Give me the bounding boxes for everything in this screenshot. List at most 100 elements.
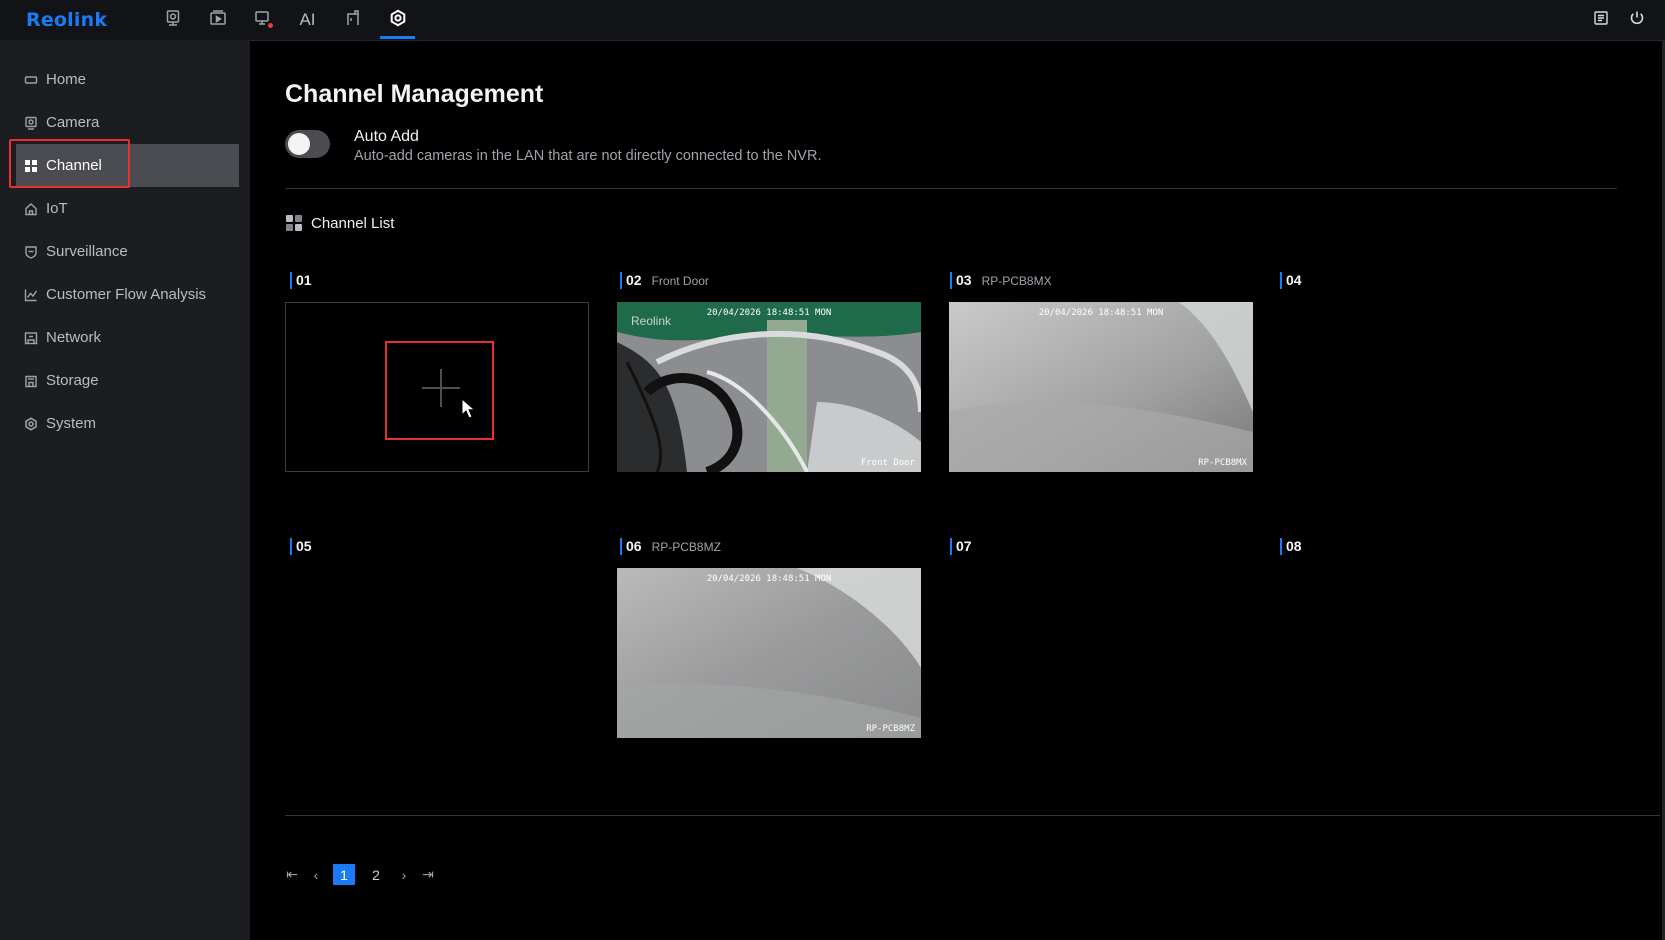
shield-icon — [24, 245, 38, 259]
osd-timestamp: 20/04/2026 18:48:51 MON — [706, 308, 832, 318]
nav-settings[interactable] — [375, 0, 420, 40]
sidebar-item-label: Camera — [46, 114, 100, 131]
file-icon — [344, 9, 362, 32]
channel-tile-01 — [285, 302, 589, 472]
iot-home-icon — [24, 202, 38, 216]
rp-pcb8mx-feed — [949, 302, 1253, 472]
toggle-knob — [288, 133, 310, 155]
channel-number: 02 — [620, 272, 642, 289]
page-2-button[interactable]: 2 — [365, 864, 387, 885]
channel-tile-06[interactable]: 20/04/2026 18:48:51 MON RP-PCB8MZ — [617, 568, 921, 738]
power-icon — [1629, 10, 1645, 31]
sidebar-item-channel[interactable]: Channel — [16, 144, 239, 187]
osd-camera-name: Front Door — [860, 458, 915, 468]
recording-alert-icon — [254, 9, 272, 32]
osd-camera-name: RP-PCB8MX — [1198, 458, 1247, 468]
add-camera-button[interactable] — [385, 341, 494, 440]
alert-dot — [268, 23, 273, 28]
network-icon — [24, 331, 38, 345]
channel-tile-02[interactable]: Reolink 20/04/2026 18:48:51 MON Front Do… — [617, 302, 921, 472]
channel-tile-03[interactable]: 20/04/2026 18:48:51 MON RP-PCB8MX — [949, 302, 1253, 472]
sidebar-item-label: IoT — [46, 200, 68, 217]
nav-ai[interactable]: AI — [285, 0, 330, 40]
pagination: ⇤ ‹ 1 2 › ⇥ — [285, 864, 435, 885]
channel-number: 04 — [1280, 272, 1302, 289]
home-icon — [24, 73, 38, 87]
nav-recording-alerts[interactable] — [240, 0, 285, 40]
channel-label-02: 02 Front Door — [620, 272, 709, 289]
section-divider — [285, 188, 1617, 189]
sidebar-item-label: Storage — [46, 372, 99, 389]
page-1-button[interactable]: 1 — [333, 864, 355, 885]
sidebar-item-system[interactable]: System — [16, 402, 239, 445]
plus-icon-vertical — [440, 369, 442, 407]
sidebar-item-label: Channel — [46, 157, 102, 174]
channel-label-08: 08 — [1280, 538, 1302, 555]
system-gear-icon — [24, 416, 38, 431]
sidebar-item-label: Network — [46, 329, 102, 346]
channel-name: Front Door — [651, 274, 709, 288]
nav-live-view[interactable] — [150, 0, 195, 40]
channel-number: 01 — [290, 272, 312, 289]
sidebar: Home Camera Channel IoT Surveillance Cus… — [0, 40, 250, 940]
ai-icon: AI — [299, 10, 316, 29]
top-navigation: AI — [150, 0, 420, 40]
first-page-button[interactable]: ⇤ — [285, 865, 299, 885]
page-title: Channel Management — [285, 80, 544, 108]
sidebar-item-camera[interactable]: Camera — [16, 101, 239, 144]
power-button[interactable] — [1627, 10, 1647, 30]
sidebar-item-home[interactable]: Home — [16, 58, 239, 101]
nav-files[interactable] — [330, 0, 375, 40]
live-view-icon — [164, 9, 182, 32]
settings-icon — [389, 9, 407, 32]
rp-pcb8mz-feed — [617, 568, 921, 738]
prev-page-button[interactable]: ‹ — [309, 865, 323, 885]
channel-name: RP-PCB8MZ — [651, 540, 721, 554]
channel-label-04: 04 — [1280, 272, 1302, 289]
channel-label-06: 06 RP-PCB8MZ — [620, 538, 721, 555]
channel-number: 08 — [1280, 538, 1302, 555]
sidebar-item-iot[interactable]: IoT — [16, 187, 239, 230]
auto-add-description: Auto-add cameras in the LAN that are not… — [354, 148, 822, 164]
channel-name: RP-PCB8MX — [981, 274, 1052, 288]
osd-timestamp: 20/04/2026 18:48:51 MON — [706, 574, 832, 584]
nav-playback[interactable] — [195, 0, 240, 40]
sidebar-item-label: Home — [46, 71, 87, 88]
mouse-cursor-icon — [461, 398, 475, 419]
storage-icon — [24, 374, 38, 388]
sidebar-item-label: System — [46, 415, 97, 432]
next-page-button[interactable]: › — [397, 865, 411, 885]
auto-add-toggle[interactable] — [285, 130, 330, 158]
auto-add-label: Auto Add — [354, 128, 419, 145]
grid-icon — [24, 159, 38, 173]
pagination-divider — [285, 815, 1660, 816]
channel-number: 07 — [950, 538, 972, 555]
channel-number: 06 — [620, 538, 642, 555]
reolink-logo[interactable]: Reolink — [26, 9, 107, 31]
chart-line-icon — [24, 288, 38, 302]
channel-list-title: Channel List — [311, 214, 395, 232]
main-content: Channel Management Auto Add Auto-add cam… — [250, 40, 1665, 940]
playback-icon — [209, 9, 227, 32]
channel-list-header: Channel List — [285, 214, 394, 232]
sidebar-item-surveillance[interactable]: Surveillance — [16, 230, 239, 273]
osd-timestamp: 20/04/2026 18:48:51 MON — [1038, 308, 1164, 318]
notes-icon — [1593, 10, 1609, 31]
channel-label-01: 01 — [290, 272, 312, 289]
channel-number: 03 — [950, 272, 972, 289]
channel-label-05: 05 — [290, 538, 312, 555]
channel-number: 05 — [290, 538, 312, 555]
channel-label-07: 07 — [950, 538, 972, 555]
channel-list-icon — [285, 214, 303, 232]
sidebar-item-customer-flow-analysis[interactable]: Customer Flow Analysis — [16, 273, 239, 316]
sidebar-item-label: Customer Flow Analysis — [46, 286, 207, 303]
top-right-actions — [1591, 0, 1647, 40]
sidebar-item-network[interactable]: Network — [16, 316, 239, 359]
notes-button[interactable] — [1591, 10, 1611, 30]
channel-label-03: 03 RP-PCB8MX — [950, 272, 1052, 289]
sidebar-item-storage[interactable]: Storage — [16, 359, 239, 402]
top-bar: Reolink AI — [0, 0, 1665, 41]
camera-icon — [24, 116, 38, 130]
sidebar-item-label: Surveillance — [46, 243, 128, 260]
last-page-button[interactable]: ⇥ — [421, 865, 435, 885]
